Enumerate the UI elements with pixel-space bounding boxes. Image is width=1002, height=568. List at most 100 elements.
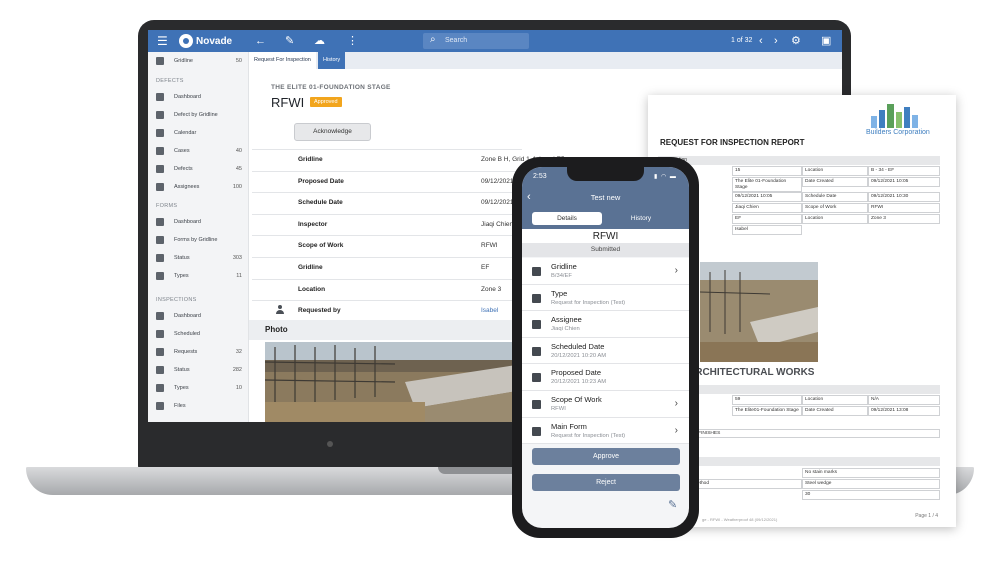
sidebar-item-types[interactable]: Types 11 — [156, 271, 242, 283]
report-cell-value: RFWI — [868, 203, 940, 213]
report-cell-value: 09/12/2021 10:05 — [732, 192, 802, 202]
mobile-field-label: Scope Of Work — [551, 395, 602, 404]
field-value: 09/12/2021 — [481, 199, 514, 207]
field-value[interactable]: Isabel — [481, 307, 498, 314]
mobile-field-label: Gridline — [551, 262, 577, 271]
pencil-icon[interactable]: ✎ — [668, 498, 677, 511]
sidebar-item-defect-by-gridline[interactable]: Defect by Gridline — [156, 110, 242, 122]
report-cell-label: Location — [802, 214, 868, 224]
sidebar-item-label: Scheduled — [174, 331, 200, 337]
more-vert-icon[interactable]: ⋮ — [347, 35, 358, 47]
mobile-field-label: Assignee — [551, 315, 582, 325]
phone-title: Test new — [590, 193, 621, 202]
report-cell-value: Zone 3 — [868, 214, 940, 224]
acknowledge-button[interactable]: Acknowledge — [294, 123, 371, 141]
chevron-right-icon[interactable]: › — [774, 35, 778, 47]
types-icon — [156, 272, 164, 280]
sidebar-item-count: 11 — [236, 273, 242, 279]
phone-status-icons: ▮ ◠ ▬ — [654, 174, 677, 180]
sidebar-item-status[interactable]: Status 282 — [156, 365, 242, 377]
status-badge: Approved — [310, 97, 342, 107]
pencil-icon[interactable]: ✎ — [285, 35, 294, 47]
report-section-info: Information — [658, 156, 940, 165]
mobile-field-value: B/34/EF — [551, 273, 572, 279]
report-cell-value: B - 34 - EF — [868, 166, 940, 176]
field-label: Gridline — [298, 156, 323, 163]
sidebar-item-count: 100 — [232, 184, 242, 190]
top-app-bar: ☰ Novade ← ✎ ☁ ⋮ ⌕ Search 1 of 32 ‹ › ⚙ … — [148, 30, 842, 52]
report-cell-label: Schedule Date — [802, 192, 868, 202]
phone-header: 2:53 ▮ ◠ ▬ ‹ Test new Details History — [522, 167, 689, 229]
sidebar-item-dashboard[interactable]: Dashboard — [156, 92, 242, 104]
calendar-icon — [532, 373, 541, 383]
report-cell-label: Scope of Work — [802, 203, 868, 213]
field-value: Zone 3 — [481, 285, 502, 293]
construction-photo[interactable] — [265, 342, 523, 422]
sidebar-item-label: Dashboard — [174, 219, 201, 225]
report-cell-value: Steel wedge — [802, 479, 940, 489]
mobile-field-value: Request for Inspection (Test) — [551, 299, 626, 306]
sidebar-item-defects[interactable]: Defects 45 — [156, 164, 242, 176]
report-cell-label: Date Created — [802, 406, 868, 416]
hamburger-icon[interactable]: ☰ — [157, 35, 168, 47]
approve-button[interactable]: Approve — [532, 448, 680, 465]
mobile-field-scope-of-work[interactable]: Scope Of Work RFWI › — [522, 391, 689, 418]
arrow-left-icon[interactable]: ← — [255, 35, 266, 47]
report-requirements: quirements — [658, 457, 940, 466]
sidebar-item-forms-by-gridline[interactable]: Forms by Gridline — [156, 235, 242, 247]
field-row-inspector: Inspector Jiaqi Chien — [252, 213, 522, 236]
field-label: Location — [298, 285, 326, 293]
field-label: Scope of Work — [298, 242, 344, 250]
sidebar-item-status[interactable]: Status 303 — [156, 253, 242, 265]
mobile-field-main-form[interactable]: Main Form Request for Inspection (Test) › — [522, 417, 689, 445]
laptop-camera — [327, 441, 333, 447]
report-cell-value: Isabel — [732, 225, 802, 235]
tab-bar: Request For Inspection History — [249, 52, 842, 69]
sidebar-item-count: 45 — [235, 166, 242, 172]
mobile-field-proposed-date: Proposed Date 20/12/2021 10:23 AM — [522, 364, 689, 391]
photo-label: Photo — [265, 325, 288, 334]
sidebar-item-label: Cases — [174, 148, 190, 154]
reject-button[interactable]: Reject — [532, 474, 680, 491]
phone-screen: 2:53 ▮ ◠ ▬ ‹ Test new Details History RF… — [522, 167, 689, 528]
report-company: Builders Corporation — [866, 129, 930, 136]
sidebar-item-count: 40 — [235, 148, 242, 154]
tab-request-for-inspection[interactable]: Request For Inspection — [249, 52, 316, 69]
sidebar-item-count: 32 — [235, 349, 242, 355]
sidebar-item-assignees[interactable]: Assignees 100 — [156, 182, 242, 194]
mobile-field-value: 20/12/2021 10:23 AM — [551, 379, 607, 386]
gear-icon[interactable]: ⚙ — [791, 35, 801, 47]
sidebar-item-label: Types — [174, 273, 189, 279]
sidebar-item-gridline[interactable]: Gridline 50 — [156, 56, 242, 68]
person-box-icon[interactable]: ▣ — [821, 35, 831, 47]
chevron-left-icon[interactable]: ‹ — [759, 35, 763, 47]
sidebar-item-dashboard[interactable]: Dashboard — [156, 217, 242, 229]
brand-name: Novade — [196, 36, 233, 47]
cloud-upload-icon[interactable]: ☁ — [314, 35, 325, 47]
sidebar-item-count: 10 — [235, 385, 242, 391]
tab-details[interactable]: Details — [532, 212, 602, 225]
folder-icon — [532, 293, 541, 303]
phone-form-status: Submitted — [522, 243, 689, 257]
sidebar-item-scheduled[interactable]: Scheduled — [156, 329, 242, 341]
sidebar-item-files[interactable]: Files — [156, 401, 242, 413]
sidebar-item-dashboard[interactable]: Dashboard — [156, 311, 242, 323]
dashboard-icon — [156, 312, 164, 320]
mobile-field-gridline[interactable]: Gridline B/34/EF › — [522, 258, 689, 285]
sidebar-item-label: Status — [174, 255, 190, 261]
sidebar-item-calendar[interactable]: Calendar — [156, 128, 242, 140]
tab-history-mobile[interactable]: History — [606, 212, 676, 225]
search-input[interactable]: ⌕ Search — [423, 33, 529, 49]
sidebar-item-types[interactable]: Types 10 — [156, 383, 242, 395]
tab-history[interactable]: History — [318, 52, 346, 69]
document-icon — [532, 426, 541, 436]
search-placeholder: Search — [445, 37, 468, 44]
sidebar-item-cases[interactable]: Cases 40 — [156, 146, 242, 158]
sidebar-item-requests[interactable]: Requests 32 — [156, 347, 242, 359]
field-label: Schedule Date — [298, 199, 343, 207]
folder-icon — [532, 400, 541, 409]
cases-icon — [156, 147, 164, 155]
field-label: Gridline — [298, 264, 323, 271]
mobile-field-value: Request for Inspection (Test) — [551, 432, 626, 439]
mobile-field-assignee: Assignee Jiaqi Chien — [522, 311, 689, 338]
